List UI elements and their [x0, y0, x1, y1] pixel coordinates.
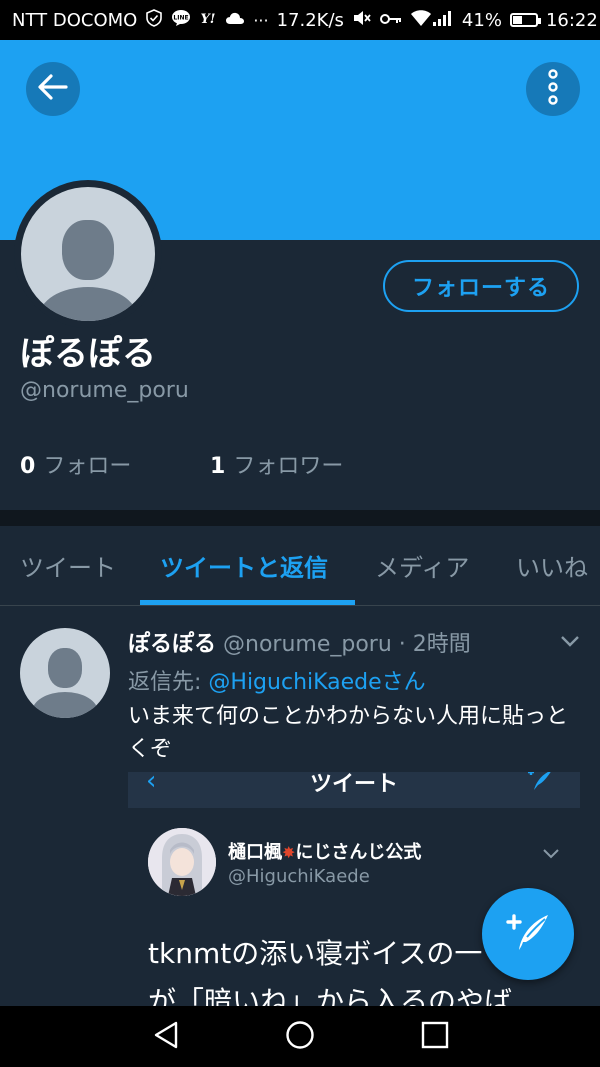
more-vertical-icon [547, 69, 559, 109]
tab-media[interactable]: メディア [375, 548, 469, 583]
reply-to-prefix: 返信先: [128, 670, 209, 695]
tweet-header: ぽるぽる @norume_poru · 2時間 [128, 626, 471, 658]
yahoo-app-icon: Y! [199, 9, 217, 31]
default-avatar-icon [21, 187, 155, 321]
tweet-text: いま来て何のことかわからない人用に貼っとくぞ [128, 704, 569, 762]
followers-stat[interactable]: 1 フォロワー [210, 448, 343, 480]
embed-author-name: 樋口楓✸にじさんじ公式 [228, 838, 421, 864]
tab-tweets-and-replies[interactable]: ツイートと返信 [160, 548, 328, 583]
maple-leaf-icon: ✸ [282, 843, 296, 862]
status-bar-left: NTT DOCOMO LINE Y! ··· 17.2K/s [12, 9, 432, 31]
more-options-button[interactable] [526, 62, 580, 116]
tweet-author-avatar[interactable] [20, 628, 110, 718]
svg-text:LINE: LINE [174, 15, 189, 22]
carrier-name: NTT DOCOMO [12, 9, 138, 31]
tweet-author-name: ぽるぽる [128, 632, 217, 657]
battery-level [512, 16, 522, 24]
active-tab-indicator [140, 600, 355, 605]
tweet-timestamp: 2時間 [412, 632, 471, 657]
followers-label: フォロワー [233, 454, 344, 479]
section-divider [0, 510, 600, 526]
wifi-icon [410, 9, 432, 31]
following-label: フォロー [43, 454, 132, 479]
embed-compose-icon [524, 772, 554, 796]
tab-likes[interactable]: いいね [516, 548, 588, 583]
embed-author-handle: @HiguchiKaede [228, 866, 370, 887]
compose-tweet-button[interactable] [482, 888, 574, 980]
following-stat[interactable]: 0 フォロー [20, 448, 210, 480]
more-notifications-icon: ··· [253, 10, 269, 30]
embed-chevron-down-icon [542, 844, 560, 863]
nav-home-icon[interactable] [285, 1020, 315, 1054]
profile-display-name: ぽるぽる [20, 334, 156, 374]
battery-icon [509, 13, 541, 27]
back-button[interactable] [26, 62, 80, 116]
embed-author-avatar [148, 828, 216, 896]
embed-author-suffix: にじさんじ公式 [295, 842, 422, 863]
key-icon [379, 11, 402, 30]
signal-icon [432, 9, 454, 31]
nav-recents-icon[interactable] [420, 1020, 450, 1054]
profile-tabs: ツイート ツイートと返信 メディア いいね [0, 526, 600, 606]
network-speed: 17.2K/s [276, 9, 344, 31]
status-bar-right: 41% 16:22 [432, 9, 598, 31]
profile-handle: @norume_poru [20, 378, 189, 403]
shield-icon [145, 9, 163, 31]
line-app-icon: LINE [171, 9, 191, 31]
nav-back-icon[interactable] [152, 1020, 182, 1054]
following-count: 0 [20, 454, 36, 479]
profile-avatar[interactable] [14, 180, 162, 328]
followers-count: 1 [210, 454, 226, 479]
reply-to-line: 返信先: @HiguchiKaedeさん [128, 664, 426, 696]
tweet-author-handle: @norume_poru [223, 632, 392, 657]
profile-stats: 0 フォロー 1 フォロワー [20, 448, 343, 480]
chevron-down-icon[interactable] [560, 632, 580, 651]
clock: 16:22 [545, 9, 598, 31]
mute-icon [352, 9, 372, 31]
compose-tweet-icon [505, 912, 551, 956]
embed-bar-title: ツイート [309, 772, 398, 797]
reply-to-mention[interactable]: @HiguchiKaedeさん [208, 670, 425, 695]
tweet-meta-separator: · [391, 632, 413, 657]
system-navigation-bar [0, 1006, 600, 1067]
embed-author-name-text: 樋口楓 [228, 842, 282, 863]
status-bar: NTT DOCOMO LINE Y! ··· 17.2K/s 41% 16:22 [0, 0, 600, 40]
arrow-left-icon [38, 74, 68, 104]
svg-text:Y!: Y! [201, 12, 216, 27]
battery-percent: 41% [461, 9, 502, 31]
tab-tweets[interactable]: ツイート [20, 548, 116, 583]
cloud-icon [225, 10, 245, 30]
embed-top-bar: ‹ ツイート [128, 772, 580, 808]
follow-button[interactable]: フォローする [383, 260, 579, 312]
